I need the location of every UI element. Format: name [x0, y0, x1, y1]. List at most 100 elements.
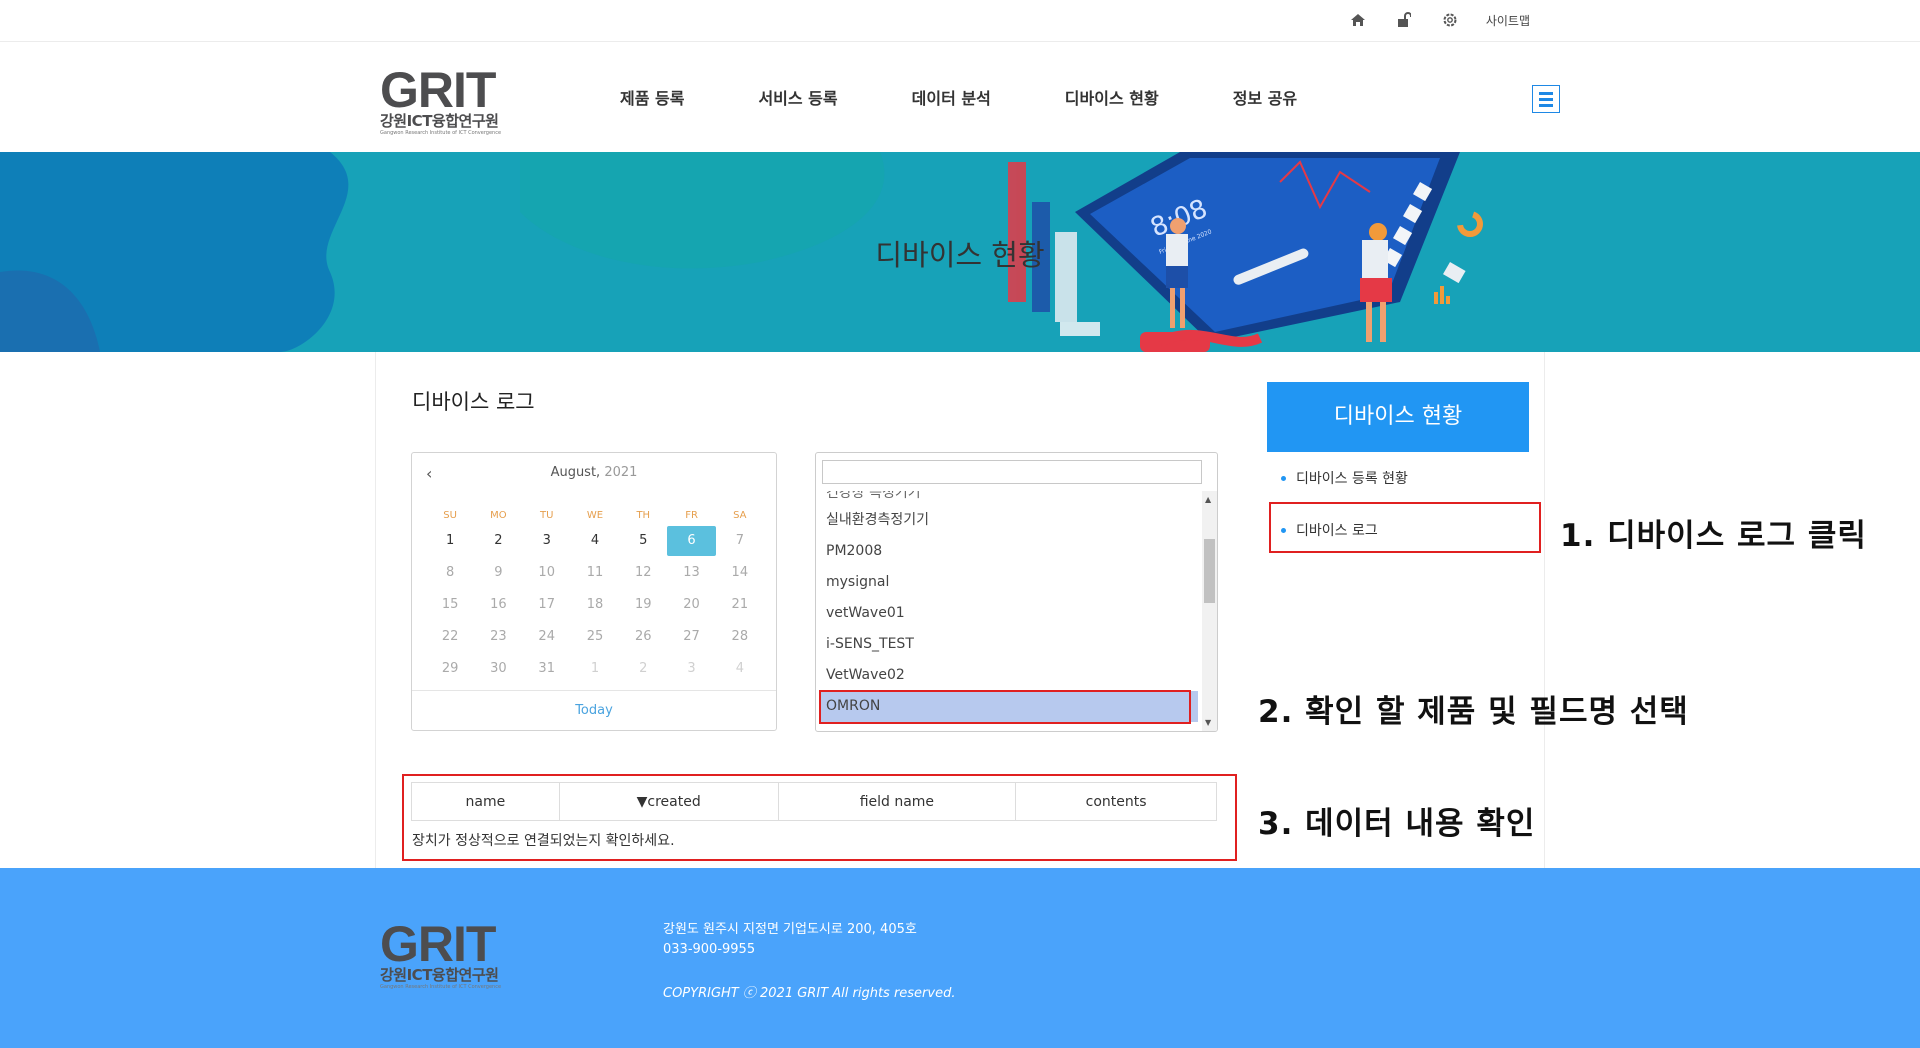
calendar-day-selected[interactable]: 6 [667, 526, 716, 556]
calendar-day[interactable]: 24 [523, 622, 571, 652]
nav-info-share[interactable]: 정보 공유 [1233, 85, 1297, 109]
calendar-month-header[interactable]: August, 2021 [412, 465, 776, 480]
calendar-day[interactable]: 2 [474, 526, 522, 556]
listbox-scrollbar[interactable]: ▲ ▼ [1202, 491, 1217, 731]
logo-subtitle: 강원ICT융합연구원 [380, 112, 499, 130]
scrollbar-thumb[interactable] [1204, 539, 1215, 603]
calendar-day[interactable]: 25 [571, 622, 619, 652]
calendar-day[interactable]: 9 [474, 558, 522, 588]
bullet-dot-icon [1281, 475, 1286, 481]
calendar-day[interactable]: 3 [523, 526, 571, 556]
logo-word: GRIT [380, 916, 496, 972]
calendar-day[interactable]: 15 [426, 590, 474, 620]
list-item[interactable]: 건강상 측정기기 [816, 491, 1201, 505]
weekday-label: SU [443, 510, 457, 521]
scroll-up-arrow-icon[interactable]: ▲ [1205, 495, 1211, 504]
weekday-label: MO [490, 510, 507, 521]
nav-data-analysis[interactable]: 데이터 분석 [912, 85, 991, 109]
calendar-day[interactable]: 28 [716, 622, 764, 652]
annotation-box-step3 [402, 774, 1237, 861]
scroll-down-arrow-icon[interactable]: ▼ [1205, 718, 1211, 727]
list-item[interactable]: mysignal [816, 567, 1201, 598]
calendar-day[interactable]: 8 [426, 558, 474, 588]
calendar-day-next-month[interactable]: 2 [619, 654, 667, 684]
sidebar-item-device-registration[interactable]: 디바이스 등록 현황 [1281, 468, 1408, 488]
weekday-label: FR [685, 510, 698, 521]
calendar-day[interactable]: 16 [474, 590, 522, 620]
calendar-day[interactable]: 26 [619, 622, 667, 652]
content-border-right [1544, 352, 1545, 868]
calendar-year: 2021 [604, 465, 638, 480]
list-item[interactable]: 실내환경측정기기 [816, 505, 1201, 536]
footer-contact: 강원도 원주시 지정면 기업도시로 200, 405호 033-900-9955 [663, 920, 917, 960]
calendar-grid: SU MO TU WE TH FR SA 1 2 3 4 5 6 7 8 9 1… [426, 507, 764, 685]
calendar-day[interactable]: 18 [571, 590, 619, 620]
hamburger-menu-icon[interactable] [1532, 85, 1560, 113]
logo-subtitle: 강원ICT융합연구원 [380, 966, 499, 984]
annotation-box-step1 [1269, 502, 1541, 553]
calendar-day[interactable]: 29 [426, 654, 474, 684]
calendar-day[interactable]: 23 [474, 622, 522, 652]
calendar-day[interactable]: 12 [619, 558, 667, 588]
calendar-day[interactable]: 5 [619, 526, 667, 556]
footer-phone: 033-900-9955 [663, 942, 756, 957]
weekday-label: TH [636, 510, 651, 521]
list-item[interactable]: VetWave02 [816, 660, 1201, 691]
annotation-step3: 3. 데이터 내용 확인 [1258, 806, 1536, 842]
banner-title: 디바이스 현황 [875, 238, 1045, 272]
calendar-day[interactable]: 11 [571, 558, 619, 588]
nav-service-register[interactable]: 서비스 등록 [758, 85, 837, 109]
calendar-day[interactable]: 22 [426, 622, 474, 652]
sitemap-link[interactable]: 사이트맵 [1486, 12, 1530, 29]
calendar-day[interactable]: 7 [716, 526, 764, 556]
weekday-label: SA [733, 510, 747, 521]
calendar-day-next-month[interactable]: 4 [716, 654, 764, 684]
calendar-day[interactable]: 17 [523, 590, 571, 620]
calendar-day[interactable]: 20 [667, 590, 715, 620]
lock-open-icon[interactable] [1394, 10, 1414, 30]
annotation-step1: 1. 디바이스 로그 클릭 [1560, 518, 1867, 554]
logo-subtitle-en: Gangwon Research Institute of ICT Conver… [380, 984, 502, 990]
footer-address: 강원도 원주시 지정면 기업도시로 200, 405호 [663, 922, 917, 937]
gear-icon[interactable] [1440, 10, 1460, 30]
listbox-search-input[interactable] [822, 460, 1202, 484]
calendar-day-next-month[interactable]: 3 [667, 654, 715, 684]
footer-copyright: COPYRIGHT ⓒ 2021 GRIT All rights reserve… [663, 986, 956, 1001]
grit-logo[interactable]: GRIT 강원ICT융합연구원 Gangwon Research Institu… [380, 65, 520, 137]
today-button[interactable]: Today [412, 690, 776, 730]
weekday-label: WE [586, 510, 604, 521]
utility-links: 사이트맵 [1348, 10, 1530, 30]
list-item[interactable]: PM2008 [816, 536, 1201, 567]
weekday-label: TU [539, 510, 554, 521]
calendar-day[interactable]: 1 [426, 526, 474, 556]
calendar-day[interactable]: 31 [523, 654, 571, 684]
calendar-month: August, [550, 465, 601, 480]
main-nav: 제품 등록 서비스 등록 데이터 분석 디바이스 현황 정보 공유 [620, 85, 1371, 109]
week-row: 22 23 24 25 26 27 28 [426, 621, 764, 653]
hero-banner: 8:08 Friday 2 June 2020 [0, 152, 1920, 352]
nav-product-register[interactable]: 제품 등록 [620, 85, 684, 109]
home-icon[interactable] [1348, 10, 1368, 30]
logo-subtitle-en: Gangwon Research Institute of ICT Conver… [380, 130, 502, 136]
calendar-day[interactable]: 13 [667, 558, 715, 588]
date-picker: ‹ August, 2021 SU MO TU WE TH FR SA 1 2 … [411, 452, 777, 731]
calendar-day[interactable]: 10 [523, 558, 571, 588]
calendar-day-next-month[interactable]: 1 [571, 654, 619, 684]
annotation-box-step2 [819, 690, 1191, 724]
calendar-day[interactable]: 14 [716, 558, 764, 588]
calendar-day[interactable]: 30 [474, 654, 522, 684]
sidebar-heading: 디바이스 현황 [1267, 382, 1529, 452]
sidebar-item-label: 디바이스 등록 현황 [1296, 471, 1408, 487]
utility-bar: 사이트맵 [0, 0, 1920, 42]
page-title: 디바이스 로그 [412, 390, 535, 414]
nav-device-status[interactable]: 디바이스 현황 [1065, 85, 1159, 109]
annotation-step2: 2. 확인 할 제품 및 필드명 선택 [1258, 694, 1689, 730]
list-item[interactable]: vetWave01 [816, 598, 1201, 629]
calendar-day[interactable]: 21 [716, 590, 764, 620]
calendar-day[interactable]: 19 [619, 590, 667, 620]
week-row: 8 9 10 11 12 13 14 [426, 557, 764, 589]
calendar-day[interactable]: 27 [667, 622, 715, 652]
footer: GRIT 강원ICT융합연구원 Gangwon Research Institu… [0, 868, 1920, 1048]
list-item[interactable]: i-SENS_TEST [816, 629, 1201, 660]
calendar-day[interactable]: 4 [571, 526, 619, 556]
